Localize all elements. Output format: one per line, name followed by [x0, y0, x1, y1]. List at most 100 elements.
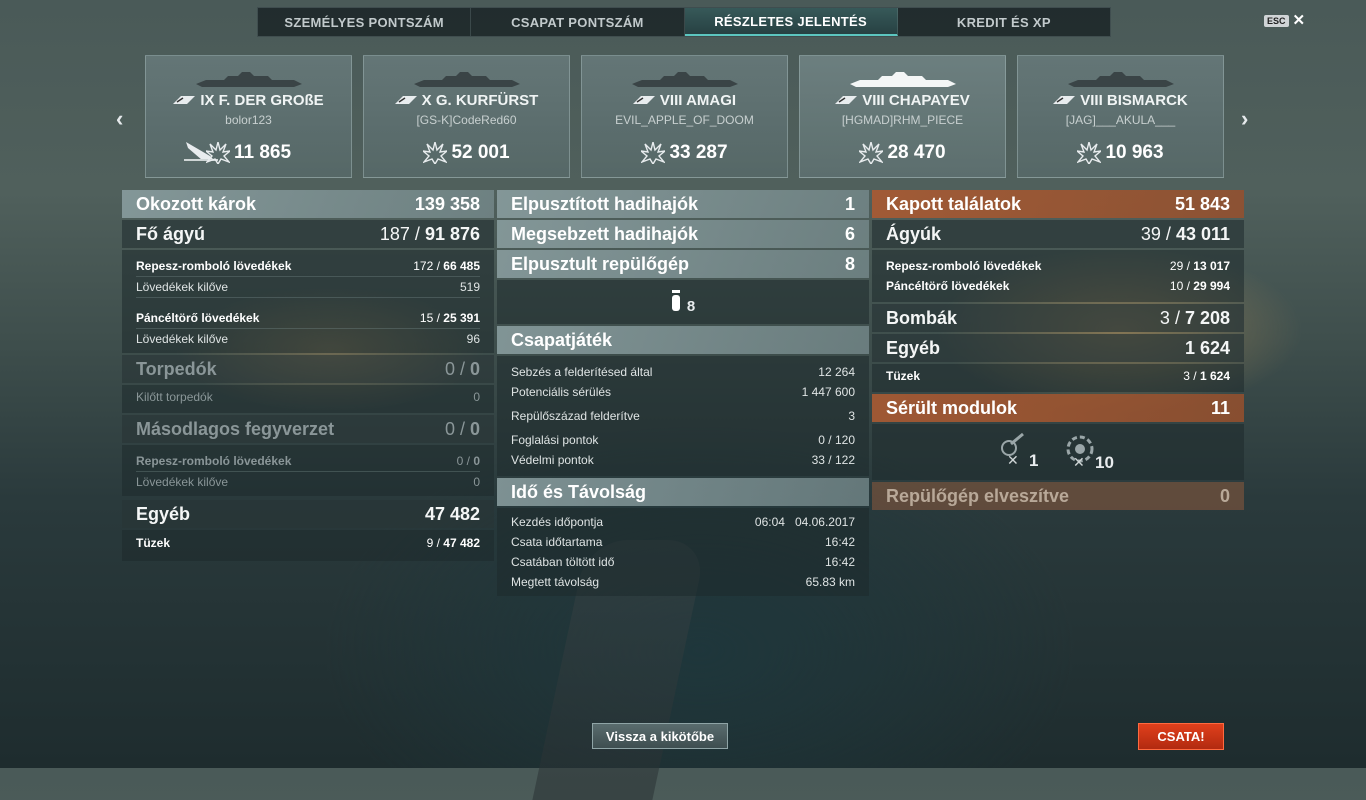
ship-card[interactable]: IX F. DER GROßE bolor123 11 865	[145, 55, 352, 178]
secondary-value: 0 / 0	[444, 418, 480, 439]
tab-detailed-report[interactable]: RÉSZLETES JELENTÉS	[684, 8, 898, 36]
squadrons-spotted-label: Repülőszázad felderítve	[511, 409, 640, 423]
planes-lost-label: Repülőgép elveszítve	[886, 485, 1070, 506]
duration-value: 16:42	[824, 535, 855, 549]
player-name: EVIL_APPLE_OF_DOOM	[615, 113, 754, 127]
time-in-battle-label: Csatában töltött idő	[511, 555, 615, 569]
torpedoes-value: 0 / 0	[444, 358, 480, 379]
planes-lost-value: 0	[1219, 485, 1230, 506]
ap-fired-row: Lövedékek kilőve 96	[122, 329, 494, 349]
explosion-icon	[205, 142, 230, 164]
secondary-fired-value: 0	[473, 475, 480, 489]
ships-destroyed-value: 1	[844, 193, 855, 214]
tab-personal-score[interactable]: SZEMÉLYES PONTSZÁM	[258, 8, 472, 36]
secondary-label: Másodlagos fegyverzet	[136, 418, 335, 439]
defense-points-row: Védelmi pontok 33 / 122	[497, 450, 869, 470]
defense-points-value: 33 / 122	[811, 453, 855, 467]
secondary-he-value: 0 / 0	[456, 454, 480, 468]
ap-shells-value: 15 / 25 391	[419, 311, 480, 325]
results-panel: Elpusztított hadihajók 1 Megsebzett hadi…	[497, 190, 869, 596]
fires-received-value: 3 / 1 624	[1183, 369, 1230, 383]
he-fired-row: Lövedékek kilőve 519	[122, 277, 494, 297]
damaged-modules-header: Sérült modulok 11	[872, 394, 1244, 422]
ships-damaged-row: Megsebzett hadihajók 6	[497, 220, 869, 248]
damaged-modules-value: 11	[1210, 397, 1230, 418]
aircraft-icon	[671, 290, 680, 311]
destroyed-cross-icon: ✕	[1073, 454, 1085, 470]
other-damage-row: Egyéb 47 482	[122, 500, 494, 528]
ship-name-text: G. KURFÜRST	[435, 92, 539, 109]
bombs-received-value: 3 / 7 208	[1159, 307, 1230, 328]
player-name: [HGMAD]RHM_PIECE	[841, 113, 964, 127]
ship-name-text: AMAGI	[686, 92, 737, 109]
ship-score-value: 52 001	[451, 142, 510, 163]
other-damage-label: Egyéb	[136, 503, 191, 524]
ap-shells-row: Páncéltörő lövedékek 15 / 25 391	[122, 308, 494, 328]
ship-name-text: CHAPAYEV	[888, 92, 970, 109]
ship-name-text: BISMARCK	[1106, 92, 1188, 109]
ship-silhouette-icon	[849, 72, 956, 87]
chevron-left-icon[interactable]: ‹	[116, 106, 123, 132]
ships-destroyed-row: Elpusztított hadihajók 1	[497, 190, 869, 218]
explosion-icon	[859, 142, 884, 164]
time-in-battle-value: 16:42	[824, 555, 855, 569]
potential-damage-row: Potenciális sérülés 1 447 600	[497, 382, 869, 402]
teamplay-title: Csapatjáték	[511, 329, 613, 350]
ship-tier: VIII	[1080, 92, 1103, 109]
planes-lost-row: Repülőgép elveszítve 0	[872, 482, 1244, 510]
ap-received-value: 10 / 29 994	[1169, 279, 1230, 293]
ap-received-row: Páncéltörő lövedékek 10 / 29 994	[872, 276, 1244, 296]
module-steering-count: 10	[1095, 453, 1114, 472]
squadrons-spotted-value: 3	[848, 409, 855, 423]
he-fired-label: Lövedékek kilőve	[136, 280, 229, 294]
module-steering: ✕ 10	[1063, 432, 1119, 472]
ship-card[interactable]: VIII BISMARCK [JAG]___AKULA___ 10 963	[1017, 55, 1224, 178]
duration-row: Csata időtartama 16:42	[497, 532, 869, 552]
he-fired-value: 519	[459, 280, 480, 294]
distance-value: 65.83 km	[805, 575, 855, 589]
fires-label: Tüzek	[136, 536, 171, 550]
ship-score: 10 963	[1018, 142, 1223, 164]
planes-destroyed-row: Elpusztult repülőgép 8	[497, 250, 869, 278]
close-icon[interactable]: ✕	[1293, 13, 1306, 28]
tab-team-score[interactable]: CSAPAT PONTSZÁM	[471, 8, 685, 36]
distance-row: Megtett távolság 65.83 km	[497, 572, 869, 592]
torpedoes-label: Torpedók	[136, 358, 217, 379]
ships-damaged-label: Megsebzett hadihajók	[511, 223, 699, 244]
ship-name: VIII AMAGI	[582, 92, 787, 109]
start-time-row: Kezdés időpontja 06:04 04.06.2017	[497, 512, 869, 532]
planes-destroyed-value: 8	[844, 253, 855, 274]
ship-silhouette-icon	[413, 72, 520, 87]
ship-tier: VIII	[659, 92, 683, 109]
battle-button[interactable]: CSATA!	[1138, 723, 1224, 750]
other-damage-value: 47 482	[424, 503, 480, 524]
close-button[interactable]: ESC ✕	[1264, 13, 1305, 28]
ship-name-text: F. DER GROßE	[218, 92, 324, 109]
teamplay-header: Csapatjáték	[497, 326, 869, 354]
spotting-damage-label: Sebzés a felderítésed által	[511, 365, 653, 379]
ship-score-value: 33 287	[669, 142, 728, 163]
fires-row: Tüzek 9 / 47 482	[122, 533, 494, 553]
ship-card[interactable]: VIII AMAGI EVIL_APPLE_OF_DOOM 33 287	[581, 55, 788, 178]
ship-name: IX F. DER GROßE	[146, 92, 351, 109]
other-received-label: Egyéb	[886, 337, 941, 358]
secondary-he-row: Repesz-romboló lövedékek 0 / 0	[122, 451, 494, 471]
return-to-port-button[interactable]: Vissza a kikötőbe	[592, 723, 728, 749]
capture-points-row: Foglalási pontok 0 / 120	[497, 430, 869, 450]
main-battery-row: Fő ágyú 187 / 91 876	[122, 220, 494, 248]
spotting-damage-row: Sebzés a felderítésed által 12 264	[497, 362, 869, 382]
squadrons-spotted-row: Repülőszázad felderítve 3	[497, 406, 869, 426]
ship-name: VIII CHAPAYEV	[800, 92, 1005, 109]
chevron-right-icon[interactable]: ›	[1241, 106, 1248, 132]
ship-card[interactable]: VIII CHAPAYEV [HGMAD]RHM_PIECE 28 470	[799, 55, 1006, 178]
ship-score: 33 287	[582, 142, 787, 164]
explosion-icon	[1077, 142, 1102, 164]
secondary-fired-row: Lövedékek kilőve 0	[122, 472, 494, 492]
fires-value: 9 / 47 482	[426, 536, 480, 550]
he-received-label: Repesz-romboló lövedékek	[886, 259, 1042, 273]
potential-damage-label: Potenciális sérülés	[511, 385, 612, 399]
capture-points-label: Foglalási pontok	[511, 433, 599, 447]
ship-card[interactable]: X G. KURFÜRST [GS-K]CodeRed60 52 001	[363, 55, 570, 178]
tab-credits-xp[interactable]: KREDIT ÉS XP	[898, 8, 1110, 36]
ship-name: X G. KURFÜRST	[364, 92, 569, 109]
